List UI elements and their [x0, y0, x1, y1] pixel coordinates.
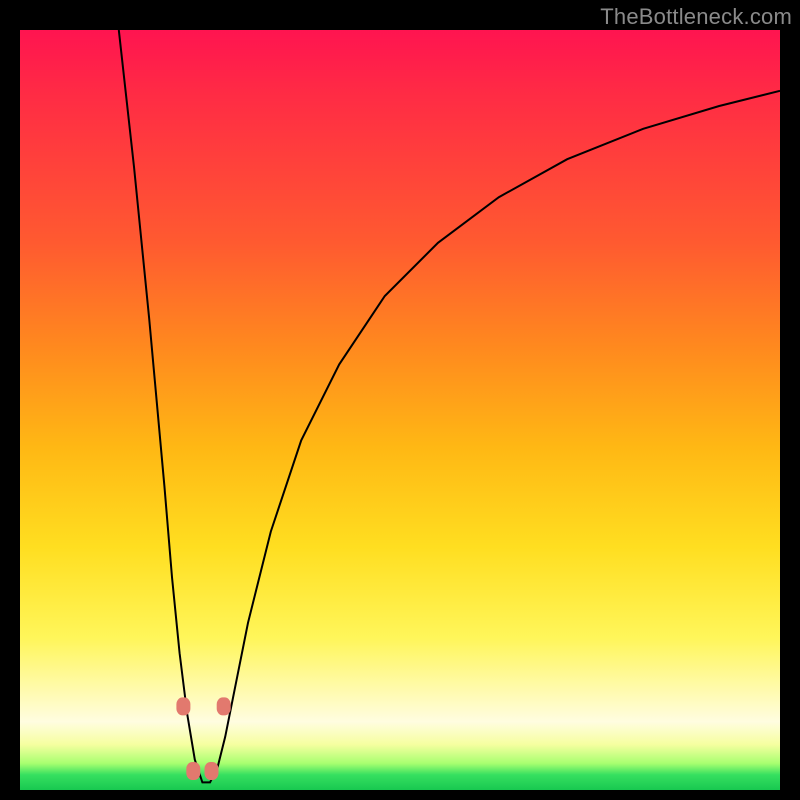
- chart-frame: [20, 30, 780, 790]
- bottleneck-curve: [119, 30, 780, 782]
- curve-marker: [186, 762, 200, 780]
- curve-marker: [217, 697, 231, 715]
- curve-markers: [176, 697, 230, 780]
- watermark-text: TheBottleneck.com: [600, 4, 792, 30]
- curve-marker: [176, 697, 190, 715]
- chart-svg: [20, 30, 780, 790]
- curve-marker: [205, 762, 219, 780]
